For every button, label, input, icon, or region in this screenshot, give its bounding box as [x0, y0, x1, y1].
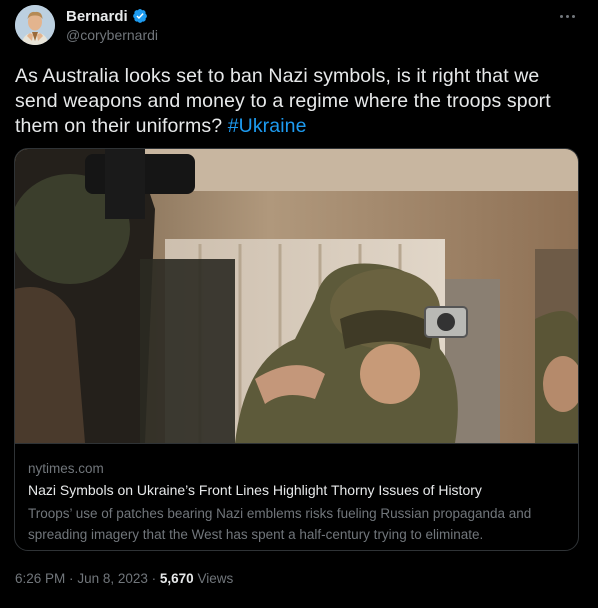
views-count: 5,670 [159, 571, 194, 586]
meta-separator: · [151, 571, 157, 586]
tweet-meta: 6:26 PM · Jun 8, 2023 · 5,670 Views [15, 571, 233, 586]
author-handle[interactable]: @corybernardi [66, 27, 158, 43]
link-card[interactable]: nytimes.com Nazi Symbols on Ukraine’s Fr… [14, 148, 579, 551]
author-display-name[interactable]: Bernardi [66, 8, 128, 25]
avatar-portrait-icon [15, 5, 55, 45]
author-avatar[interactable] [15, 5, 55, 45]
tweet-date[interactable]: Jun 8, 2023 [77, 571, 148, 586]
tweet-time[interactable]: 6:26 PM [15, 571, 65, 586]
card-body: nytimes.com Nazi Symbols on Ukraine’s Fr… [15, 443, 578, 550]
hashtag-link[interactable]: #Ukraine [228, 115, 307, 137]
card-title[interactable]: Nazi Symbols on Ukraine’s Front Lines Hi… [28, 482, 482, 498]
card-description: Troops’ use of patches bearing Nazi embl… [28, 506, 532, 542]
more-options-icon[interactable] [556, 7, 578, 25]
tweet-text: As Australia looks set to ban Nazi symbo… [15, 64, 575, 139]
verified-badge-icon [132, 8, 147, 23]
card-domain: nytimes.com [28, 461, 104, 476]
views-label: Views [197, 571, 234, 586]
tweet: Bernardi @corybernardi As Australia look… [0, 0, 598, 608]
soldiers-photo-icon [15, 149, 578, 443]
meta-separator: · [69, 571, 74, 586]
author-name-row: Bernardi [66, 6, 148, 26]
